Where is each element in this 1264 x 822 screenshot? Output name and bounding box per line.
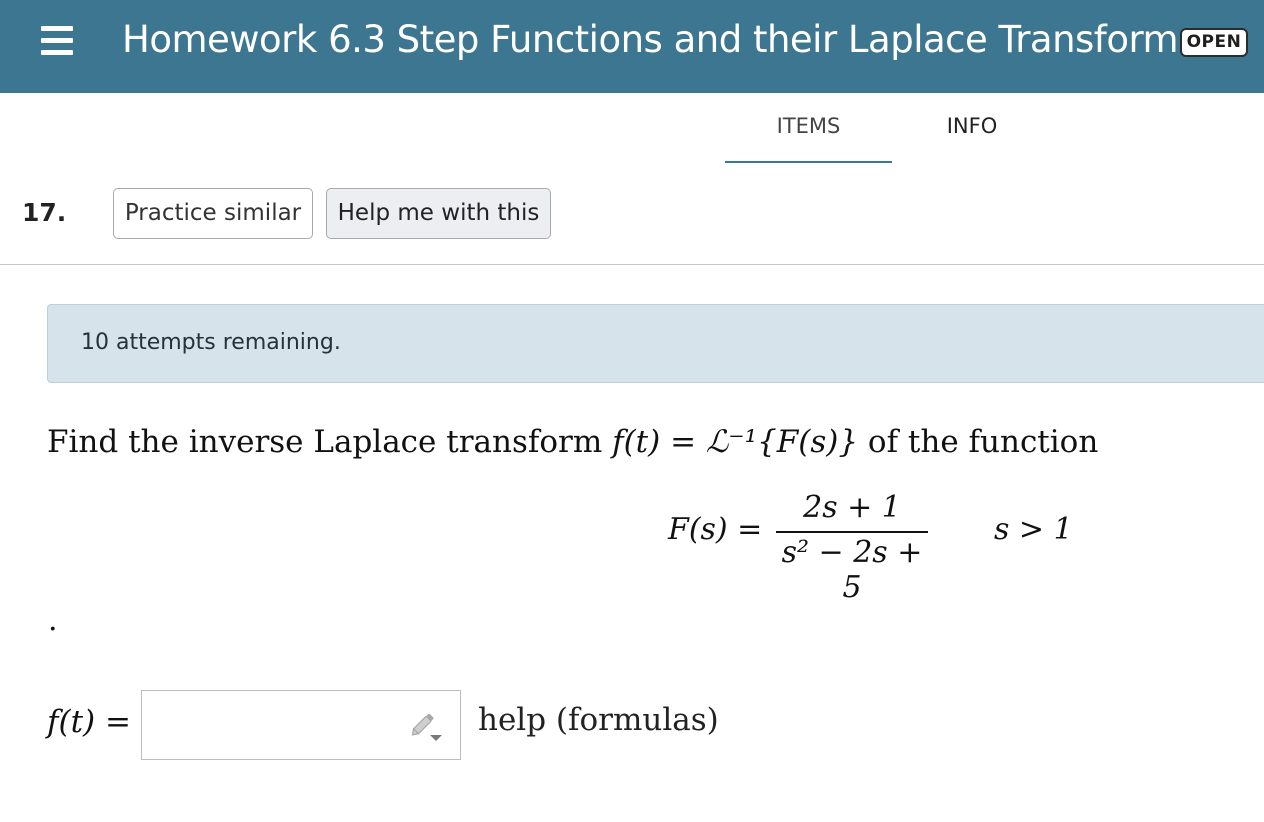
domain-condition: s > 1 (994, 512, 1073, 547)
attempts-alert: 10 attempts remaining. (47, 304, 1264, 383)
menu-bar (41, 26, 73, 31)
menu-bar (41, 38, 73, 43)
prompt-formula: f(t) = ℒ⁻¹{F(s)} (612, 424, 859, 460)
question-number: 17. (22, 198, 67, 227)
tab-items[interactable]: ITEMS (725, 114, 892, 163)
trailing-period: . (48, 603, 58, 638)
fraction-denominator: s² − 2s + 5 (781, 535, 923, 605)
tab-info[interactable]: INFO (900, 114, 1044, 163)
attempts-text: 10 attempts remaining. (81, 330, 341, 355)
practice-similar-button[interactable]: Practice similar (113, 188, 313, 239)
section-divider (0, 264, 1264, 265)
fraction-numerator: 2s + 1 (803, 490, 901, 525)
status-badge: OPEN (1180, 28, 1248, 57)
function-lhs: F(s) = (668, 512, 763, 547)
app-header: Homework 6.3 Step Functions and their La… (0, 0, 1264, 93)
answer-label: f(t) = (47, 704, 131, 740)
help-formulas-link[interactable]: help (formulas) (478, 702, 719, 738)
page-title: Homework 6.3 Step Functions and their La… (122, 18, 1197, 61)
prompt-text-before: Find the inverse Laplace transform (47, 424, 613, 460)
pencil-icon[interactable] (408, 710, 444, 744)
prompt-text-after: of the function (858, 424, 1099, 460)
fraction-bar (776, 531, 928, 533)
hamburger-menu-icon[interactable] (38, 24, 78, 58)
question-prompt: Find the inverse Laplace transform f(t) … (47, 424, 1098, 460)
help-me-button[interactable]: Help me with this (326, 188, 551, 239)
menu-bar (41, 50, 73, 55)
